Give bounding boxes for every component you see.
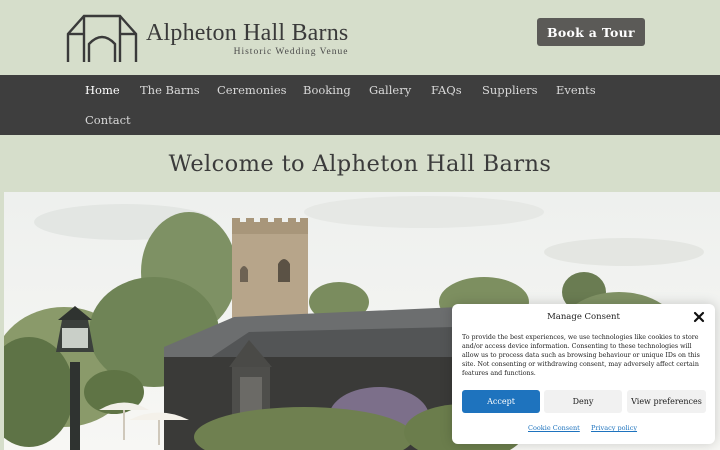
nav-item-contact[interactable]: Contact	[85, 113, 131, 127]
nav-item-suppliers[interactable]: Suppliers	[482, 83, 538, 97]
nav-item-events[interactable]: Events	[556, 83, 596, 97]
welcome-banner: Welcome to Alpheton Hall Barns	[0, 135, 720, 192]
consent-title: Manage Consent	[547, 312, 620, 322]
view-preferences-button[interactable]: View preferences	[627, 390, 706, 413]
nav-item-ceremonies[interactable]: Ceremonies	[217, 83, 287, 97]
brand-subtitle: Historic Wedding Venue	[233, 47, 349, 57]
consent-description: To provide the best experiences, we use …	[462, 334, 700, 377]
book-a-tour-button[interactable]: Book a Tour	[537, 18, 645, 46]
nav-item-booking[interactable]: Booking	[303, 83, 351, 97]
close-icon[interactable]	[693, 311, 705, 323]
cookie-consent-dialog: Manage Consent To provide the best exper…	[452, 304, 715, 444]
brand-title: Alpheton Hall Barns	[146, 20, 349, 46]
site-logo[interactable]: Alpheton Hall Barns Historic Wedding Ven…	[66, 12, 348, 64]
nav-item-gallery[interactable]: Gallery	[369, 83, 411, 97]
page-title: Welcome to Alpheton Hall Barns	[168, 150, 552, 177]
cookie-policy-link[interactable]: Cookie Consent	[528, 424, 580, 432]
barn-logo-icon	[66, 14, 138, 62]
privacy-policy-link[interactable]: Privacy policy	[591, 424, 637, 432]
nav-item-home[interactable]: Home	[85, 83, 120, 97]
main-navigation: Home The Barns Ceremonies Booking Galler…	[0, 75, 720, 135]
deny-button[interactable]: Deny	[544, 390, 622, 413]
nav-item-faqs[interactable]: FAQs	[431, 83, 462, 97]
accept-button[interactable]: Accept	[462, 390, 540, 413]
nav-item-the-barns[interactable]: The Barns	[140, 83, 200, 97]
site-header: Alpheton Hall Barns Historic Wedding Ven…	[0, 0, 720, 75]
